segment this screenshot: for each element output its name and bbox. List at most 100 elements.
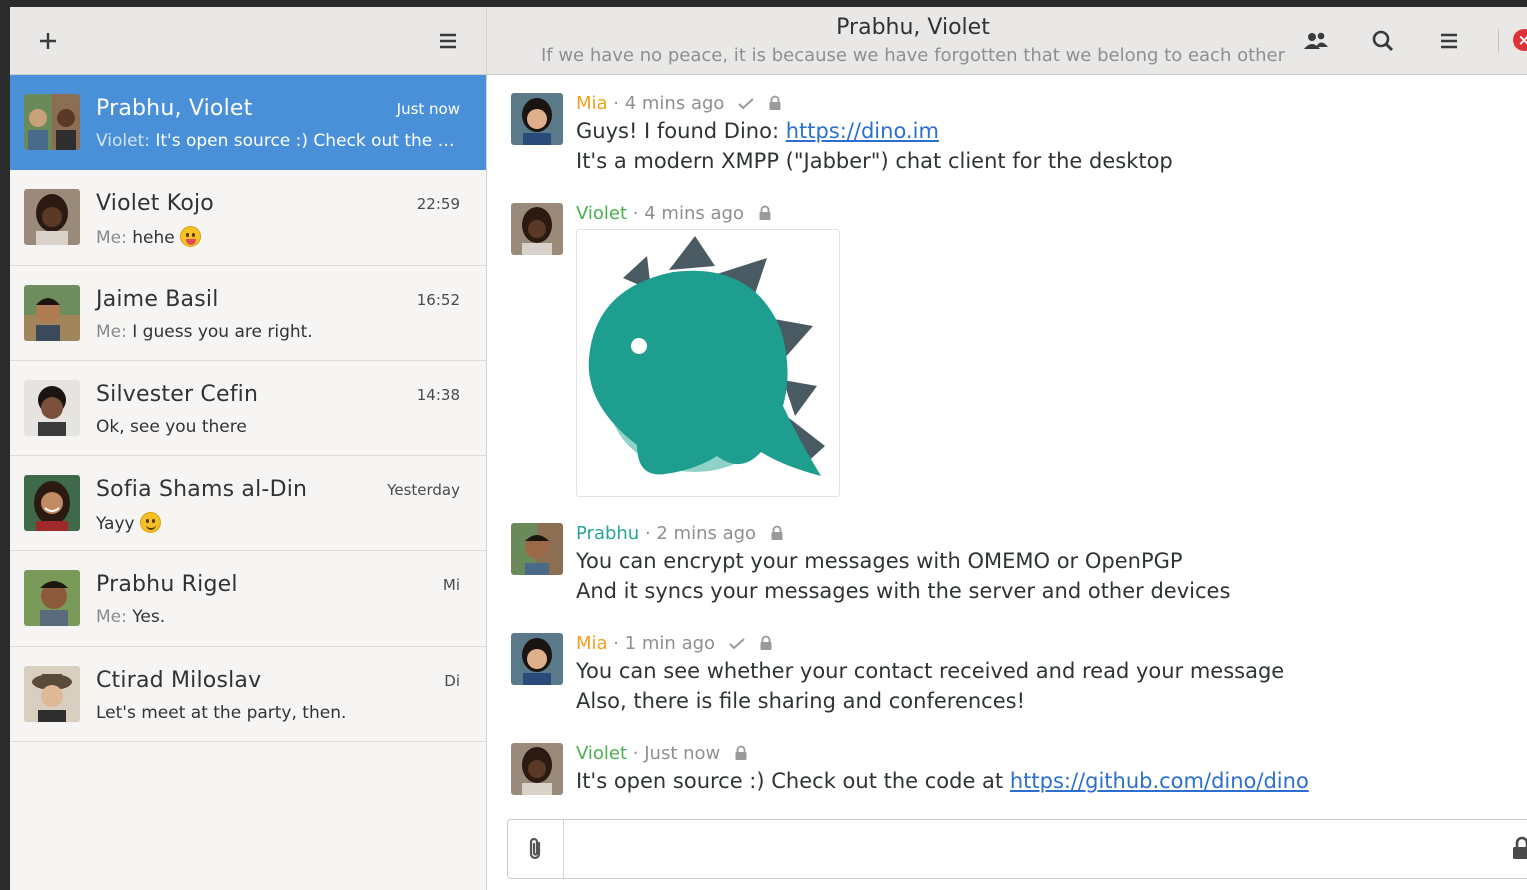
- avatar: [24, 189, 80, 246]
- conversation-item[interactable]: Prabhu Rigel Mi Me: Yes.: [10, 551, 486, 647]
- message-time: · Just now: [627, 743, 721, 764]
- avatar: [24, 570, 80, 627]
- lock-icon: [759, 205, 771, 220]
- preview-text: Yayy: [96, 514, 135, 535]
- chat-pane: Prabhu, Violet If we have no peace, it i…: [487, 7, 1527, 890]
- conversation-item[interactable]: Sofia Shams al-Din Yesterday Yayy: [10, 456, 486, 552]
- conversation-item[interactable]: Prabhu, Violet Just now Violet: It's ope…: [10, 75, 486, 171]
- message-text: You can see whether your contact receive…: [576, 659, 1285, 683]
- message-meta: Violet · Just now: [576, 743, 748, 764]
- conversation-time: Di: [444, 671, 460, 690]
- chat-title: Prabhu, Violet: [836, 15, 990, 40]
- conversation-preview: Violet: It's open source :) Check out th…: [96, 131, 461, 151]
- message-sender: Prabhu: [576, 523, 640, 544]
- avatar: [511, 523, 563, 575]
- lock-icon: [771, 525, 783, 540]
- preview-sender: Violet:: [96, 131, 156, 151]
- chat-header: Prabhu, Violet If we have no peace, it i…: [487, 7, 1527, 75]
- plus-icon: [40, 33, 56, 49]
- checkmark-icon: [729, 638, 745, 650]
- conversation-sidebar: Prabhu, Violet Just now Violet: It's ope…: [10, 7, 487, 890]
- conversation-time: Mi: [442, 576, 460, 595]
- add-conversation-button[interactable]: [30, 23, 66, 59]
- preview-text: Let's meet at the party, then.: [96, 702, 347, 723]
- lock-icon: [1513, 836, 1527, 859]
- tongue-emoji-icon: [180, 226, 202, 248]
- app-window: Prabhu, Violet Just now Violet: It's ope…: [10, 7, 1527, 890]
- message-meta: Violet · 4 mins ago: [576, 203, 772, 224]
- avatar: [24, 379, 80, 436]
- search-button[interactable]: [1365, 23, 1401, 59]
- occupants-button[interactable]: [1298, 23, 1334, 59]
- message-sender: Mia: [576, 93, 608, 114]
- preview-text: Yes.: [132, 607, 166, 628]
- attach-file-button[interactable]: [508, 820, 564, 878]
- message-meta: Mia · 4 mins ago: [576, 93, 782, 114]
- people-icon: [1304, 32, 1328, 49]
- avatar: [511, 743, 563, 795]
- preview-text: Ok, see you there: [96, 416, 247, 437]
- conversation-preview: Me: hehe: [96, 226, 202, 249]
- conversation-name: Sofia Shams al-Din: [96, 477, 308, 503]
- message-text: It's open source :) Check out the code a…: [576, 769, 1309, 793]
- search-icon: [1372, 30, 1394, 52]
- conversation-item[interactable]: Jaime Basil 16:52 Me: I guess you are ri…: [10, 266, 486, 361]
- conversation-preview: Yayy: [96, 512, 161, 534]
- avatar: [511, 203, 563, 255]
- message-time: · 2 mins ago: [639, 523, 757, 544]
- message-text: It's a modern XMPP ("Jabber") chat clien…: [576, 149, 1173, 173]
- header-separator: [1498, 29, 1499, 53]
- checkmark-icon: [738, 98, 754, 110]
- message-time: · 4 mins ago: [607, 93, 725, 114]
- dino-logo-icon: [588, 236, 825, 476]
- message-sender: Mia: [576, 633, 608, 654]
- close-window-button[interactable]: ×: [1513, 29, 1527, 51]
- conversation-name: Violet Kojo: [96, 191, 214, 217]
- message-meta: Prabhu · 2 mins ago: [576, 523, 784, 544]
- shared-image[interactable]: [576, 229, 840, 497]
- lock-icon: [769, 95, 781, 110]
- message-time: · 4 mins ago: [627, 203, 744, 224]
- sidebar-menu-button[interactable]: [430, 23, 466, 59]
- avatar: [511, 93, 563, 145]
- conversation-preview: Let's meet at the party, then.: [96, 703, 346, 723]
- hamburger-icon: [440, 33, 456, 49]
- message-time: · 1 min ago: [607, 633, 716, 654]
- message-input[interactable]: [574, 834, 1474, 864]
- smile-emoji-icon: [140, 512, 161, 534]
- encryption-button[interactable]: [1512, 836, 1527, 864]
- preview-sender: Me:: [96, 607, 133, 628]
- message-link[interactable]: https://github.com/dino/dino: [1010, 769, 1309, 793]
- conversation-name: Ctirad Miloslav: [96, 667, 262, 693]
- avatar: [511, 633, 563, 685]
- message-item: Mia · 4 mins ago Guys! I found Dino: htt…: [511, 93, 1511, 183]
- preview-sender: Me:: [96, 228, 133, 249]
- conversation-list: Prabhu, Violet Just now Violet: It's ope…: [10, 75, 486, 743]
- message-item: Mia · 1 min ago You can see whether your…: [511, 633, 1511, 723]
- message-text: You can encrypt your messages with OMEMO…: [576, 549, 1183, 573]
- avatar: [24, 284, 80, 341]
- conversation-time: Yesterday: [387, 481, 460, 500]
- preview-text: hehe: [132, 228, 175, 249]
- lock-icon: [735, 745, 747, 760]
- message-link[interactable]: https://dino.im: [786, 119, 939, 143]
- conversation-preview: Ok, see you there: [96, 417, 247, 437]
- conversation-item[interactable]: Silvester Cefin 14:38 Ok, see you there: [10, 361, 486, 457]
- message-text-part: It's open source :) Check out the code a…: [576, 769, 1010, 793]
- chat-subtitle: If we have no peace, it is because we ha…: [540, 45, 1286, 66]
- conversation-item[interactable]: Violet Kojo 22:59 Me: hehe: [10, 170, 486, 266]
- conversation-time: Just now: [396, 100, 460, 118]
- message-composer: [507, 819, 1527, 879]
- hamburger-icon: [1441, 33, 1457, 49]
- preview-text: I guess you are right.: [132, 321, 313, 342]
- message-item: Violet · 4 mins ago: [511, 203, 1511, 503]
- conversation-time: 22:59: [416, 195, 460, 214]
- chat-menu-button[interactable]: [1431, 23, 1467, 59]
- conversation-item[interactable]: Ctirad Miloslav Di Let's meet at the par…: [10, 647, 486, 743]
- message-sender: Violet: [576, 743, 628, 764]
- conversation-name: Silvester Cefin: [96, 381, 259, 407]
- avatar: [24, 665, 80, 722]
- lock-icon: [760, 635, 772, 650]
- conversation-name: Jaime Basil: [96, 286, 219, 312]
- avatar: [24, 94, 80, 150]
